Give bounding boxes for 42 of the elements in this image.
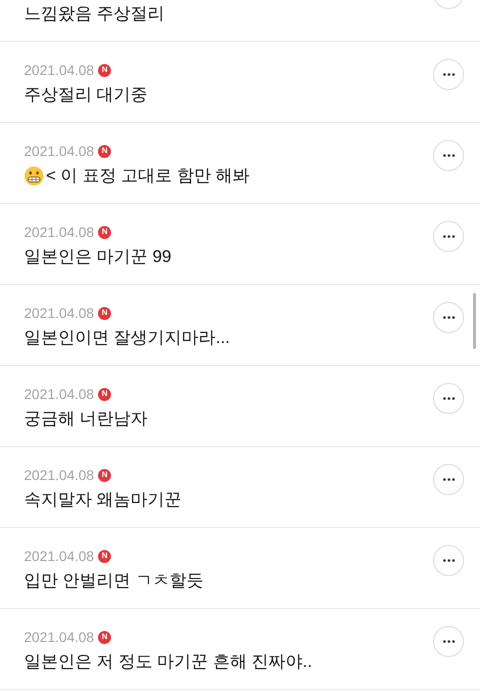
comment-date: 2021.04.08	[24, 385, 94, 403]
new-badge: N	[98, 226, 112, 238]
new-badge: N	[98, 144, 112, 158]
new-badge: N	[98, 306, 112, 320]
comment-text: 주상절리 대기중	[24, 84, 148, 106]
comment-text: 느낌왔음 주상절리	[24, 3, 165, 25]
new-badge: N	[98, 468, 112, 482]
comment-text: < 이 표정 고대로 함만 해봐	[46, 165, 250, 187]
more-icon	[442, 73, 454, 76]
more-button[interactable]	[433, 383, 464, 414]
more-icon	[442, 154, 454, 157]
scrollbar[interactable]	[473, 293, 476, 349]
more-button[interactable]	[433, 140, 464, 171]
new-badge: N	[98, 550, 112, 562]
comment-date: 2021.04.08	[24, 61, 94, 79]
comment-date: 2021.04.08	[24, 466, 94, 484]
more-button[interactable]	[433, 464, 464, 495]
comment-text: 궁금해 너란남자	[24, 408, 148, 430]
more-button[interactable]	[433, 626, 464, 657]
comment-text: 속지말자 왜놈마기꾼	[24, 489, 182, 511]
comment-text: 입만 안벌리면 ㄱㅊ할듯	[24, 570, 204, 592]
more-icon	[442, 316, 454, 319]
more-icon	[442, 478, 454, 481]
more-icon	[442, 235, 454, 238]
more-button[interactable]	[433, 545, 464, 576]
more-button[interactable]	[433, 302, 464, 333]
comment-date: 2021.04.08	[24, 223, 94, 241]
comment-date: 2021.04.08	[24, 547, 94, 565]
more-icon	[442, 397, 454, 400]
more-icon	[442, 640, 454, 643]
more-icon	[442, 559, 454, 562]
comment-date: 2021.04.08	[24, 304, 94, 322]
comment-text: 일본인은 저 정도 마기꾼 흔해 진짜야..	[24, 651, 312, 673]
more-button[interactable]	[433, 221, 464, 252]
comment-date: 2021.04.08	[24, 142, 94, 160]
comment-text: 일본인은 마기꾼 99	[24, 246, 172, 268]
new-badge: N	[98, 64, 112, 76]
more-button[interactable]	[433, 59, 464, 90]
comment-date: 2021.04.08	[24, 628, 94, 646]
new-badge: N	[98, 630, 112, 644]
comment-text: 일본인이면 잘생기지마라...	[24, 327, 230, 349]
new-badge: N	[98, 388, 112, 400]
